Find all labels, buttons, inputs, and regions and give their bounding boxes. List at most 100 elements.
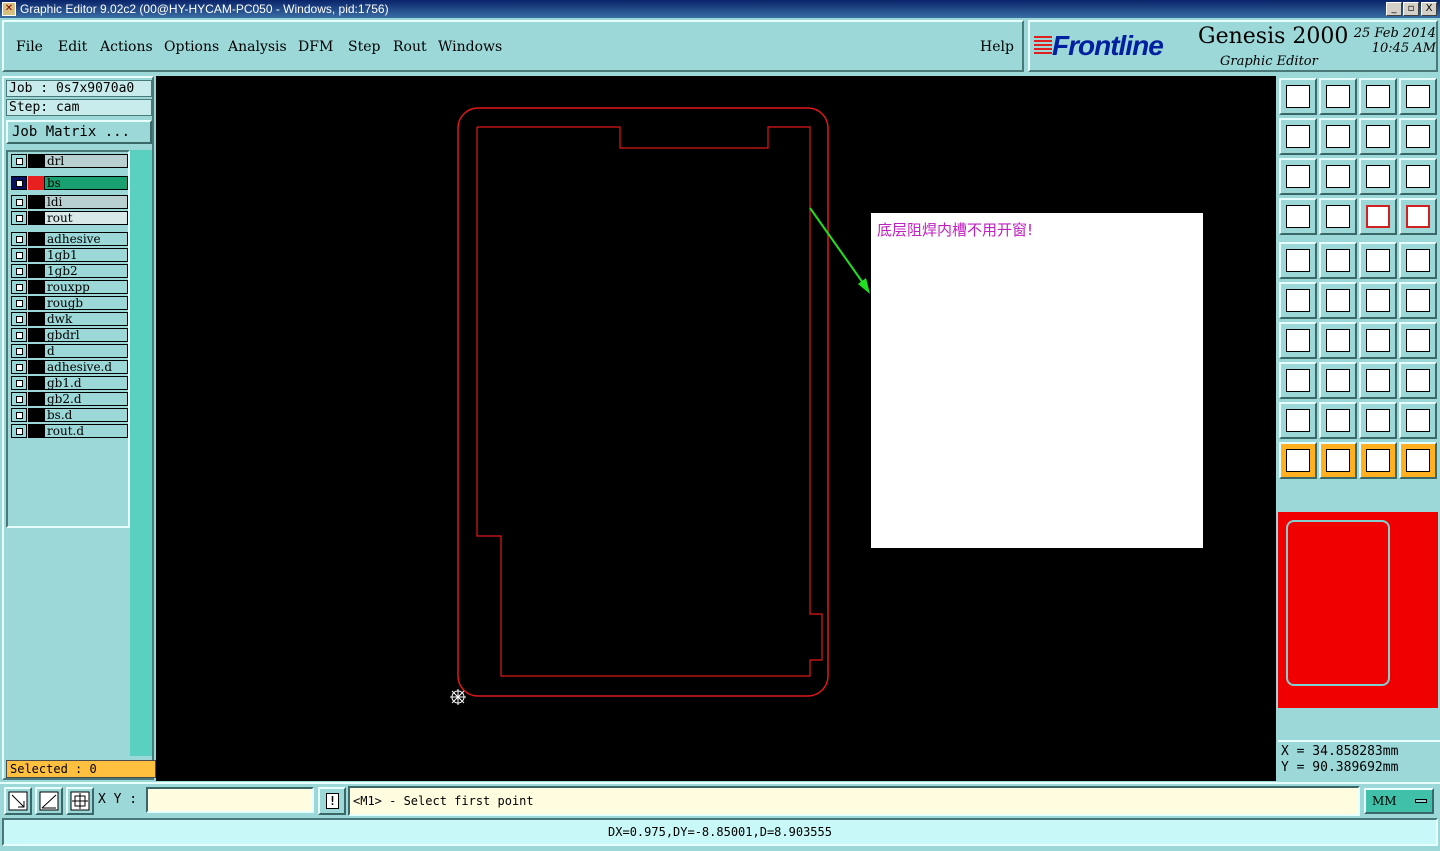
layer-color-swatch[interactable] (28, 376, 44, 390)
layer-checkbox[interactable] (11, 344, 27, 358)
copy-pad-button[interactable] (1399, 282, 1437, 319)
menu-edit[interactable]: Edit (58, 39, 87, 55)
layer-checkbox[interactable] (11, 424, 27, 438)
minimize-button[interactable]: _ (1386, 2, 1402, 16)
layer-checkbox[interactable] (11, 360, 27, 374)
layer-row-rout[interactable]: rout (10, 211, 128, 225)
open-step-button[interactable] (1279, 78, 1317, 115)
triangle-b-button[interactable] (1319, 402, 1357, 439)
layer-checkbox[interactable] (11, 232, 27, 246)
maximize-button[interactable]: ▫ (1403, 2, 1419, 16)
net-left-button[interactable] (1359, 198, 1397, 235)
menu-file[interactable]: File (16, 39, 43, 55)
zoom-fit-button[interactable] (1279, 158, 1317, 195)
layer-row-d[interactable]: d (10, 344, 128, 358)
menu-analysis[interactable]: Analysis (228, 39, 287, 55)
redo-button[interactable] (1399, 118, 1437, 155)
layer-color-swatch[interactable] (28, 176, 44, 190)
next-button[interactable] (1319, 118, 1357, 155)
layer-color-swatch[interactable] (28, 408, 44, 422)
layer-checkbox[interactable] (11, 264, 27, 278)
layer-row-bs-d[interactable]: bs.d (10, 408, 128, 422)
layer-color-swatch[interactable] (28, 328, 44, 342)
home-button[interactable] (1359, 78, 1397, 115)
layer-color-swatch[interactable] (28, 280, 44, 294)
layer-checkbox[interactable] (11, 195, 27, 209)
angle-button[interactable] (1279, 322, 1317, 359)
zoom-center-button[interactable] (1319, 158, 1357, 195)
help-button[interactable] (1399, 158, 1437, 195)
layer-color-swatch[interactable] (28, 264, 44, 278)
units-select[interactable]: MM (1364, 788, 1434, 814)
snap-pad-button[interactable] (1279, 362, 1317, 399)
layer-checkbox[interactable] (11, 176, 27, 190)
layer-checkbox[interactable] (11, 312, 27, 326)
layer-row-rouxpp[interactable]: rouxpp (10, 280, 128, 294)
menu-step[interactable]: Step (348, 39, 380, 55)
layer-color-swatch[interactable] (28, 312, 44, 326)
line-center-button[interactable] (1319, 362, 1357, 399)
layer-color-swatch[interactable] (28, 154, 44, 168)
add-pad-button[interactable] (1279, 242, 1317, 279)
add-surface-button[interactable] (1319, 242, 1357, 279)
job-matrix-button[interactable]: Job Matrix ... (6, 120, 152, 144)
select-touch-button[interactable] (1359, 442, 1397, 479)
layer-row-1gb1[interactable]: 1gb1 (10, 248, 128, 262)
graphics-canvas[interactable]: 底层阻焊内槽不用开窗! (156, 76, 1276, 781)
layer-color-swatch[interactable] (28, 211, 44, 225)
undo-button[interactable] (1359, 118, 1397, 155)
arc-button[interactable] (1359, 322, 1397, 359)
move-pad-button[interactable] (1359, 282, 1397, 319)
text-button[interactable] (1359, 242, 1397, 279)
layer-color-swatch[interactable] (28, 360, 44, 374)
layer-row-bs[interactable]: bs (10, 176, 128, 190)
measure-tools-button[interactable] (1279, 198, 1317, 235)
layer-checkbox[interactable] (11, 328, 27, 342)
layer-checkbox[interactable] (11, 248, 27, 262)
window-split-button[interactable] (1399, 78, 1437, 115)
menu-dfm[interactable]: DFM (298, 39, 333, 55)
layer-color-swatch[interactable] (28, 195, 44, 209)
delete-button[interactable] (1319, 282, 1357, 319)
pad-circle-button[interactable] (1399, 242, 1437, 279)
group-button[interactable] (1399, 362, 1437, 399)
xy-input[interactable] (146, 787, 314, 813)
connect-nodes-button[interactable] (1279, 282, 1317, 319)
select-path-button[interactable] (1399, 442, 1437, 479)
layer-checkbox[interactable] (11, 154, 27, 168)
triangle-d-button[interactable] (1399, 402, 1437, 439)
layer-row-rout-d[interactable]: rout.d (10, 424, 128, 438)
menu-help[interactable]: Help (980, 39, 1014, 55)
layer-row-rougb[interactable]: rougb (10, 296, 128, 310)
step-preview[interactable] (1278, 512, 1438, 708)
net-right-button[interactable] (1399, 198, 1437, 235)
layer-row-ldi[interactable]: ldi (10, 195, 128, 209)
layer-row-drl[interactable]: drl (10, 154, 128, 168)
scale-1to2-button[interactable] (1359, 158, 1397, 195)
layer-checkbox[interactable] (11, 408, 27, 422)
layer-row-gbdrl[interactable]: gbdrl (10, 328, 128, 342)
dimension-button[interactable] (1359, 362, 1397, 399)
close-button[interactable]: X (1421, 2, 1437, 16)
triangle-a-button[interactable] (1279, 402, 1317, 439)
layer-checkbox[interactable] (11, 296, 27, 310)
alert-button[interactable]: ! (318, 787, 346, 815)
layer-checkbox[interactable] (11, 280, 27, 294)
layer-color-swatch[interactable] (28, 392, 44, 406)
layer-color-swatch[interactable] (28, 232, 44, 246)
menu-rout[interactable]: Rout (393, 39, 427, 55)
snap-button[interactable] (35, 787, 63, 815)
save-step-button[interactable] (1319, 78, 1357, 115)
layer-row-gb1-d[interactable]: gb1.d (10, 376, 128, 390)
menu-actions[interactable]: Actions (100, 39, 153, 55)
zoom-window-button[interactable] (4, 787, 32, 815)
layer-color-swatch[interactable] (28, 248, 44, 262)
select-box-button[interactable] (1319, 442, 1357, 479)
prev-button[interactable] (1279, 118, 1317, 155)
layer-row-1gb2[interactable]: 1gb2 (10, 264, 128, 278)
layer-color-swatch[interactable] (28, 296, 44, 310)
layer-row-gb2-d[interactable]: gb2.d (10, 392, 128, 406)
layer-checkbox[interactable] (11, 376, 27, 390)
select-arrow-button[interactable] (1279, 442, 1317, 479)
line-button[interactable] (1319, 322, 1357, 359)
